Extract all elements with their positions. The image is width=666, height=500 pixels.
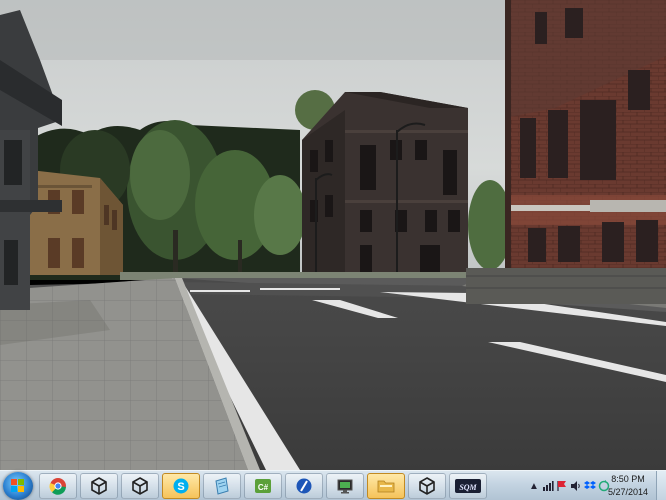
tray-volume-icon[interactable] [570,480,582,492]
clock[interactable]: 8:50 PM 5/27/2014 [606,473,650,499]
csharp-icon: C# [255,479,271,493]
taskbar-app-unity-2[interactable] [121,473,159,499]
taskbar-app-folder[interactable] [367,473,405,499]
taskbar-app-sqm[interactable]: SQM [449,473,487,499]
clock-time: 8:50 PM [611,474,645,484]
taskbar-app-monitor[interactable] [326,473,364,499]
taskbar-app-chrome[interactable] [39,473,77,499]
start-button[interactable] [3,472,33,500]
blue-circle-icon [296,478,312,494]
game-viewport[interactable] [0,0,666,470]
taskbar-app-skype[interactable]: S [162,473,200,499]
taskbar-app-unity-3[interactable] [408,473,446,499]
unity-icon [419,477,435,495]
unity-icon [91,477,107,495]
tray-network-icon[interactable] [542,480,554,492]
taskbar-app-notes[interactable] [203,473,241,499]
clock-date: 5/27/2014 [607,487,649,497]
dark-building [302,92,468,280]
tray-expand-icon[interactable]: ▲ [528,480,540,492]
screen: S C# SQM ▲ 8:50 PM 5/27/2014 [0,0,666,500]
taskbar-app-dev-tool[interactable] [285,473,323,499]
windows-logo-icon [11,479,24,492]
folder-icon [377,480,395,493]
monitor-icon [337,479,353,494]
unity-icon [132,477,148,495]
taskbar: S C# SQM ▲ 8:50 PM 5/27/2014 [0,470,666,500]
taskbar-app-csharp[interactable]: C# [244,473,282,499]
sqm-label: SQM [459,483,477,492]
chrome-icon [49,478,66,495]
notes-icon [215,477,229,495]
taskbar-app-unity-1[interactable] [80,473,118,499]
tray-flag-icon[interactable] [556,480,568,492]
svg-text:S: S [177,481,184,493]
tray-dropbox-icon[interactable] [584,480,596,492]
show-desktop-button[interactable] [656,471,666,500]
skype-icon: S [173,478,189,494]
csharp-label: C# [258,483,269,492]
sqm-icon: SQM [455,479,481,493]
